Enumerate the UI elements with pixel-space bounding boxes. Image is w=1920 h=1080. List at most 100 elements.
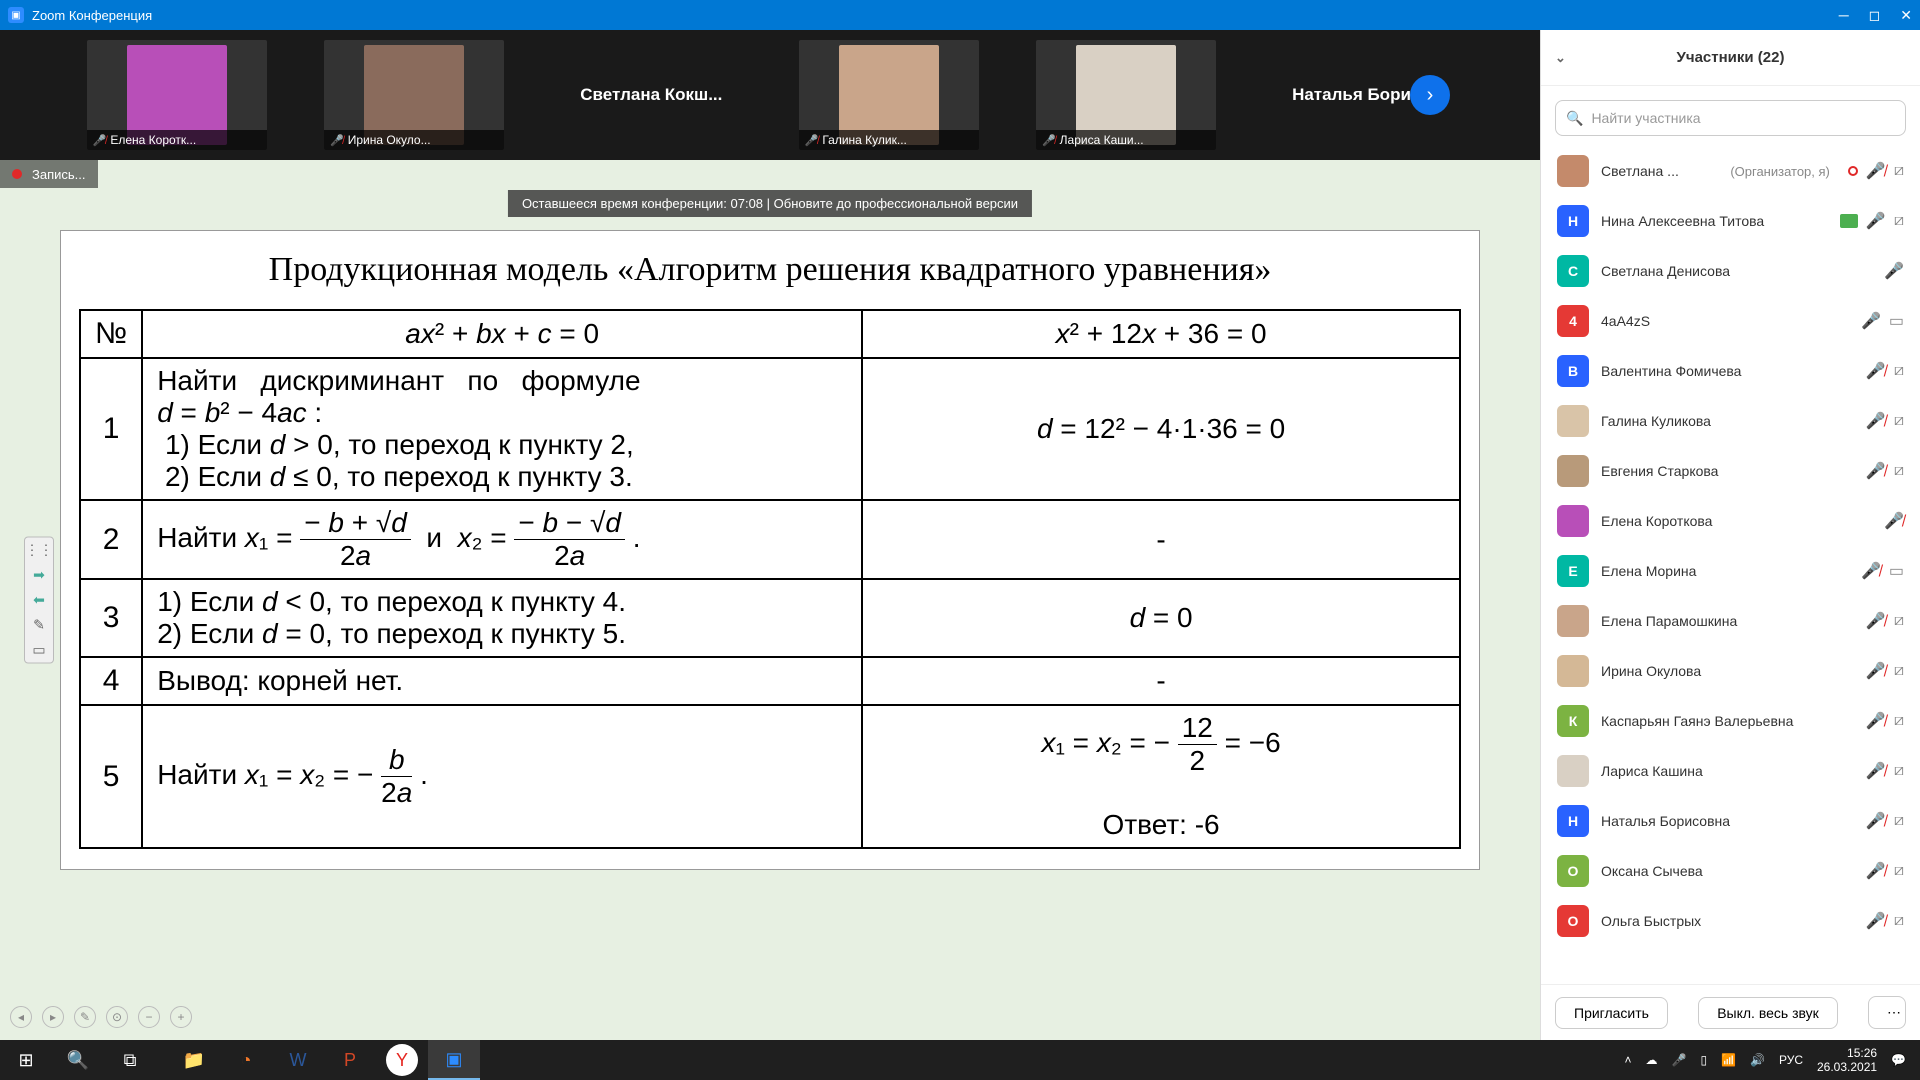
tray-chevron-icon[interactable]: ˄ [1624, 1053, 1631, 1067]
video-tile[interactable]: 🎤̸Елена Коротк... [87, 40, 267, 150]
avatar: Н [1557, 205, 1589, 237]
collapse-panel-icon[interactable]: ⌄ [1555, 50, 1566, 66]
participant-name: 4aA4zS [1601, 313, 1849, 329]
participant-row[interactable]: ЕЕлена Морина🎤̸▭ [1547, 546, 1914, 596]
time-remaining-banner[interactable]: Оставшееся время конференции: 07:08 | Об… [508, 190, 1032, 217]
participant-row[interactable]: ООксана Сычева🎤̸⧄ [1547, 846, 1914, 896]
slide-title: Продукционная модель «Алгоритм решения к… [79, 251, 1461, 289]
taskbar-clock[interactable]: 15:26 26.03.2021 [1817, 1046, 1877, 1075]
participant-row[interactable]: Елена Короткова🎤̸ [1547, 496, 1914, 546]
video-tile[interactable]: 🎤̸Ирина Окуло... [324, 40, 504, 150]
powerpoint-icon[interactable]: P [324, 1040, 376, 1080]
video-tile[interactable]: 🎤̸Лариса Каши... [1036, 40, 1216, 150]
participant-row[interactable]: 44aA4zS🎤▭ [1547, 296, 1914, 346]
participant-name: Нина Алексеевна Титова [1601, 213, 1828, 229]
participant-row[interactable]: Ирина Окулова🎤̸⧄ [1547, 646, 1914, 696]
pen-icon[interactable]: ✎ [33, 617, 45, 634]
mic-muted-icon: 🎤̸ [1866, 161, 1886, 181]
avatar [1557, 505, 1589, 537]
zoom-out-icon[interactable]: − [138, 1006, 160, 1028]
participant-row[interactable]: Галина Куликова🎤̸⧄ [1547, 396, 1914, 446]
participant-row[interactable]: ННаталья Борисовна🎤̸⧄ [1547, 796, 1914, 846]
tray-volume-icon[interactable]: 🔊 [1750, 1053, 1765, 1067]
zoom-taskbar-icon[interactable]: ▣ [428, 1040, 480, 1080]
prev-slide-icon[interactable]: ◂ [10, 1006, 32, 1028]
camera-off-icon: ⧄ [1894, 162, 1904, 180]
start-button[interactable]: ⊞ [0, 1040, 52, 1080]
avatar [1557, 755, 1589, 787]
tray-battery-icon[interactable]: ▯ [1700, 1053, 1707, 1067]
participant-name: Елена Короткова [1601, 513, 1872, 529]
search-taskbar-button[interactable]: 🔍 [52, 1040, 104, 1080]
file-explorer-icon[interactable]: 📁 [168, 1040, 220, 1080]
participant-row[interactable]: ВВалентина Фомичева🎤̸⧄ [1547, 346, 1914, 396]
participant-row[interactable]: Елена Парамошкина🎤̸⧄ [1547, 596, 1914, 646]
pen-tool-icon[interactable]: ✎ [74, 1006, 96, 1028]
mic-muted-icon: 🎤̸ [1861, 561, 1881, 581]
mic-muted-icon: 🎤̸ [1866, 911, 1886, 931]
arrow-left-icon[interactable]: ⬅ [33, 592, 45, 609]
recording-badge-icon [1848, 166, 1858, 176]
screen-icon[interactable]: ▭ [32, 642, 45, 659]
tray-language[interactable]: РУС [1779, 1053, 1803, 1067]
mute-all-button[interactable]: Выкл. весь звук [1698, 997, 1838, 1029]
avatar: В [1557, 355, 1589, 387]
notifications-icon[interactable]: 💬 [1891, 1053, 1906, 1067]
arrow-right-icon[interactable]: ➡ [33, 567, 45, 584]
video-tile[interactable]: 🎤̸Галина Кулик... [799, 40, 979, 150]
participant-name: Светлана Денисова [1601, 263, 1872, 279]
invite-button[interactable]: Пригласить [1555, 997, 1668, 1029]
more-options-button[interactable]: ⋯ [1868, 996, 1906, 1029]
blender-icon[interactable]: ◔ [220, 1040, 272, 1080]
slide-bottom-controls[interactable]: ◂ ▸ ✎ ⊙ − + [10, 1006, 192, 1028]
mic-icon: 🎤 [1866, 211, 1886, 231]
mute-icon: 🎤̸ [805, 134, 819, 147]
gallery-next-button[interactable]: › [1410, 75, 1450, 115]
participant-row[interactable]: ССветлана Денисова🎤 [1547, 246, 1914, 296]
slide-side-toolbar[interactable]: ⋮⋮ ➡ ⬅ ✎ ▭ [24, 537, 54, 664]
participants-panel: ⌄ Участники (22) 🔍 Найти участника Светл… [1540, 30, 1920, 1040]
mic-muted-icon: 🎤̸ [1866, 411, 1886, 431]
maximize-button[interactable]: ◻ [1869, 7, 1881, 24]
participant-row[interactable]: Светлана ...(Организатор, я)🎤̸⧄ [1547, 146, 1914, 196]
panel-title: Участники (22) [1677, 49, 1785, 66]
task-view-button[interactable]: ⧉ [104, 1040, 156, 1080]
zoom-in-icon[interactable]: + [170, 1006, 192, 1028]
pointer-icon[interactable]: ⊙ [106, 1006, 128, 1028]
mic-muted-icon: 🎤̸ [1866, 761, 1886, 781]
camera-icon: ▭ [1889, 561, 1904, 581]
avatar: К [1557, 705, 1589, 737]
avatar: О [1557, 855, 1589, 887]
camera-off-icon: ⧄ [1894, 862, 1904, 880]
participant-name: Валентина Фомичева [1601, 363, 1854, 379]
avatar [1557, 405, 1589, 437]
participant-row[interactable]: Лариса Кашина🎤̸⧄ [1547, 746, 1914, 796]
mic-muted-icon: 🎤̸ [1866, 661, 1886, 681]
recording-label: Запись... [32, 167, 86, 182]
minimize-button[interactable]: ─ [1839, 7, 1849, 24]
word-icon[interactable]: W [272, 1040, 324, 1080]
participant-name: Наталья Борисовна [1601, 813, 1854, 829]
next-slide-icon[interactable]: ▸ [42, 1006, 64, 1028]
video-tile-text[interactable]: Светлана Кокш... [561, 40, 741, 150]
yandex-icon[interactable]: Y [386, 1044, 418, 1076]
participants-list[interactable]: Светлана ...(Организатор, я)🎤̸⧄ННина Але… [1541, 146, 1920, 984]
close-button[interactable]: ✕ [1900, 7, 1912, 24]
tray-mic-icon[interactable]: 🎤 [1671, 1053, 1686, 1067]
mic-muted-icon: 🎤̸ [1866, 711, 1886, 731]
presentation-slide: Продукционная модель «Алгоритм решения к… [60, 230, 1480, 870]
tray-wifi-icon[interactable]: 📶 [1721, 1053, 1736, 1067]
camera-off-icon: ⧄ [1894, 912, 1904, 930]
col-header-example: x² + 12x + 36 = 0 [862, 310, 1460, 358]
tray-onedrive-icon[interactable]: ☁ [1645, 1053, 1657, 1067]
windows-taskbar[interactable]: ⊞ 🔍 ⧉ 📁 ◔ W P Y ▣ ˄ ☁ 🎤 ▯ 📶 🔊 РУС 15:26 … [0, 1040, 1920, 1080]
mic-icon: 🎤 [1861, 311, 1881, 331]
tile-name: Лариса Каши... [1060, 133, 1144, 147]
participant-row[interactable]: ООльга Быстрых🎤̸⧄ [1547, 896, 1914, 946]
participant-row[interactable]: ККаспарьян Гаянэ Валерьевна🎤̸⧄ [1547, 696, 1914, 746]
participant-row[interactable]: ННина Алексеевна Титова🎤⧄ [1547, 196, 1914, 246]
avatar: 4 [1557, 305, 1589, 337]
search-participants-input[interactable]: 🔍 Найти участника [1555, 100, 1906, 136]
participant-row[interactable]: Евгения Старкова🎤̸⧄ [1547, 446, 1914, 496]
tile-name: Ирина Окуло... [348, 133, 431, 147]
